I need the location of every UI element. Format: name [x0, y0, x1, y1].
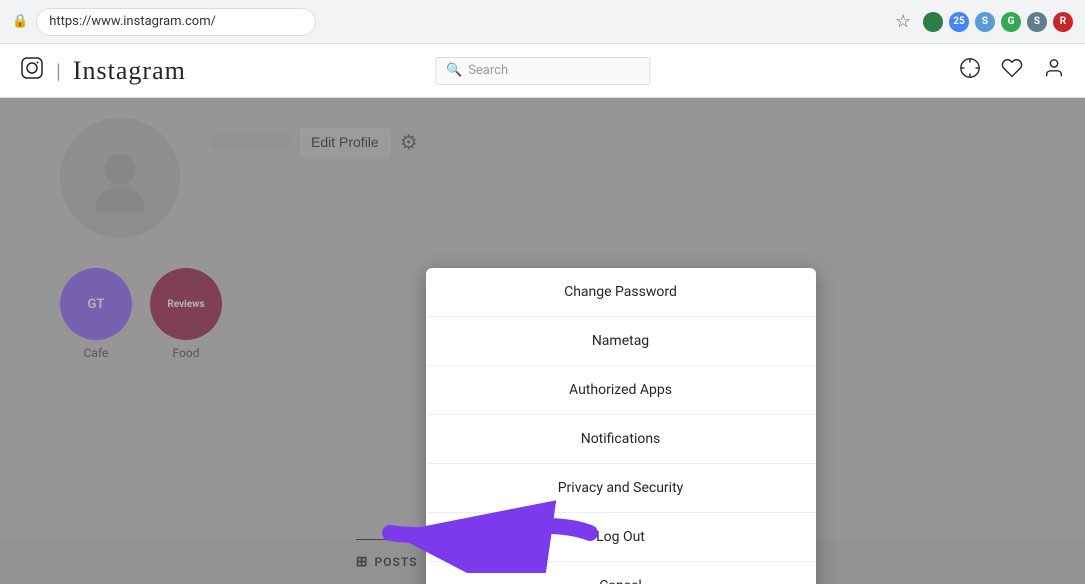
search-icon: 🔍	[446, 63, 462, 78]
browser-bar: 🔒 https://www.instagram.com/ ☆ 25 S G S …	[0, 0, 1085, 44]
ext-icon-5[interactable]: R	[1053, 12, 1073, 32]
address-bar[interactable]: https://www.instagram.com/	[36, 8, 316, 36]
menu-item-privacy-security[interactable]: Privacy and Security	[426, 464, 816, 513]
ext-badge-25[interactable]: 25	[949, 12, 969, 32]
url-text: https://www.instagram.com/	[49, 14, 216, 29]
lock-icon: 🔒	[12, 14, 28, 29]
person-icon[interactable]	[1043, 57, 1065, 85]
ext-icon-1[interactable]	[923, 12, 943, 32]
heart-icon[interactable]	[1001, 57, 1023, 85]
menu-item-log-out[interactable]: Log Out	[426, 513, 816, 562]
bookmark-icon[interactable]: ☆	[895, 11, 911, 32]
instagram-page: | Instagram 🔍 Search	[0, 44, 1085, 584]
ext-icon-3[interactable]: G	[1001, 12, 1021, 32]
menu-item-authorized-apps[interactable]: Authorized Apps	[426, 366, 816, 415]
menu-item-change-password[interactable]: Change Password	[426, 268, 816, 317]
ext-icon-2[interactable]: S	[975, 12, 995, 32]
menu-item-cancel[interactable]: Cancel	[426, 562, 816, 584]
logo-divider: |	[56, 59, 61, 83]
ig-logo-area: | Instagram	[20, 56, 186, 86]
dropdown-modal: Change Password Nametag Authorized Apps …	[426, 268, 816, 584]
ig-profile-bg: Edit Profile ⚙ GT Cafe Reviews Food	[0, 98, 1085, 584]
instagram-camera-icon	[20, 56, 44, 86]
compass-icon[interactable]	[959, 57, 981, 85]
extensions-area: 25 S G S R	[923, 12, 1073, 32]
ig-header: | Instagram 🔍 Search	[0, 44, 1085, 98]
ig-search-bar[interactable]: 🔍 Search	[435, 57, 650, 85]
ext-icon-4[interactable]: S	[1027, 12, 1047, 32]
ig-logo-text: Instagram	[73, 56, 186, 86]
menu-item-notifications[interactable]: Notifications	[426, 415, 816, 464]
ig-header-icons	[959, 57, 1065, 85]
search-placeholder-text: Search	[468, 63, 508, 78]
menu-item-nametag[interactable]: Nametag	[426, 317, 816, 366]
